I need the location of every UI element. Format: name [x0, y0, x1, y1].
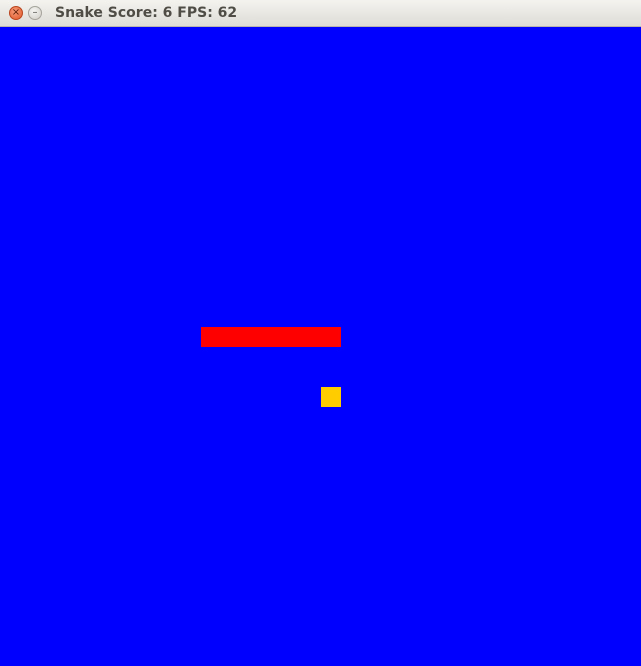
minimize-icon[interactable]: –	[28, 6, 42, 20]
game-board[interactable]	[0, 27, 641, 666]
minimize-glyph: –	[32, 7, 38, 18]
snake-body	[201, 327, 341, 347]
close-icon[interactable]: ×	[9, 6, 23, 20]
close-glyph: ×	[11, 7, 21, 18]
window-titlebar[interactable]: × – Snake Score: 6 FPS: 62	[0, 0, 641, 27]
window-title: Snake Score: 6 FPS: 62	[55, 5, 238, 21]
food-pellet	[321, 387, 341, 407]
game-window: × – Snake Score: 6 FPS: 62	[0, 0, 641, 666]
